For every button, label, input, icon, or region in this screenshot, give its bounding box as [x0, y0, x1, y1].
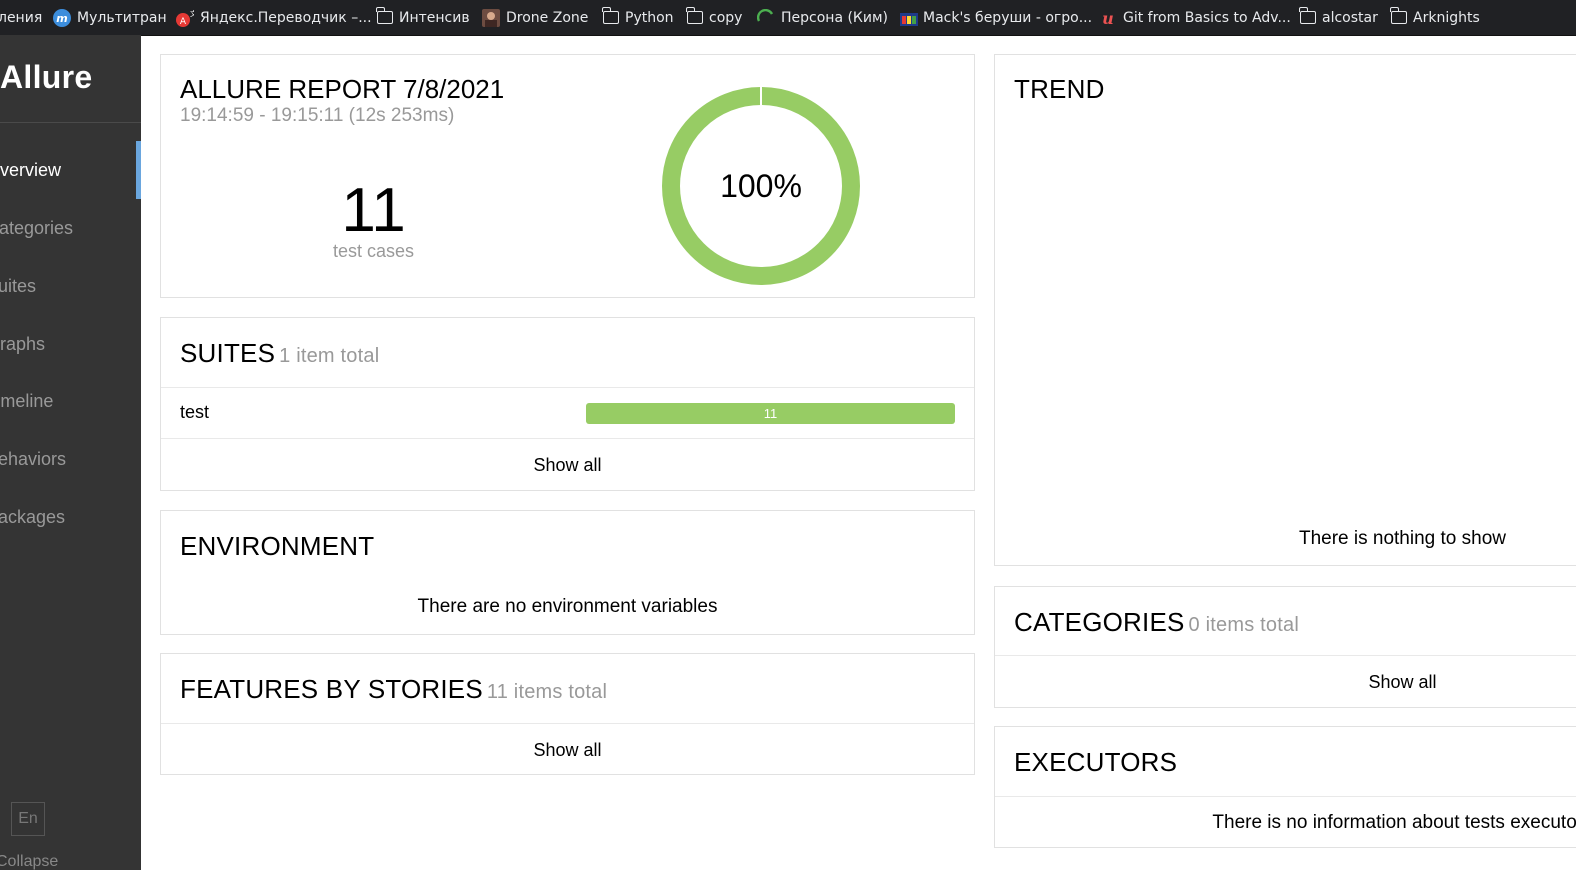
bookmark-label: Arknights — [1413, 9, 1480, 26]
yandex-translate-icon: A文 — [176, 9, 197, 27]
pass-rate-percent: 100% — [720, 167, 802, 204]
folder-icon — [602, 7, 619, 24]
features-title: FEATURES BY STORIES 11 items total — [180, 674, 607, 705]
features-count: 11 items total — [486, 681, 608, 703]
suite-status-bar[interactable]: 11 — [586, 403, 955, 424]
bookmark-label: Мультитран — [77, 9, 167, 26]
environment-widget: ENVIRONMENT There are no environment var… — [160, 510, 975, 635]
sidebar-item-categories[interactable]: Categories — [0, 199, 141, 257]
categories-title: CATEGORIES 0 items total — [1014, 607, 1299, 638]
language-switch-button[interactable]: En — [11, 802, 45, 836]
bookmark-0[interactable]: ления — [0, 0, 42, 35]
features-show-all-button[interactable]: Show all — [161, 740, 974, 761]
suites-title: SUITES 1 item total — [180, 338, 379, 369]
test-case-label: test cases — [332, 241, 415, 261]
folder-icon — [376, 7, 393, 24]
sidebar-item-behaviors[interactable]: Behaviors — [0, 430, 141, 488]
sidebar-item-label: Packages — [0, 506, 66, 527]
bookmark-persona[interactable]: Персона (Ким) — [756, 0, 888, 35]
summary-widget: ALLURE REPORT 7/8/2021 19:14:59 - 19:15:… — [160, 54, 975, 298]
collapse-button[interactable]: Collapse — [0, 853, 58, 870]
categories-show-all-button[interactable]: Show all — [995, 672, 1576, 693]
bookmark-label: alcostar — [1322, 9, 1378, 26]
sidebar-item-overview[interactable]: Overview — [0, 141, 141, 199]
suites-title-text: SUITES — [180, 338, 276, 368]
sidebar-item-graphs[interactable]: Graphs — [0, 315, 141, 373]
bookmark-label: Яндекс.Переводчик –... — [200, 9, 372, 26]
folder-icon — [686, 7, 703, 24]
environment-empty-message: There are no environment variables — [417, 596, 718, 617]
svg-text:u: u — [1102, 9, 1114, 27]
bookmark-label: copy — [709, 9, 743, 26]
divider — [0, 122, 141, 123]
bookmark-label: Drone Zone — [506, 9, 589, 26]
drone-zone-icon — [482, 8, 500, 27]
mack-icon — [899, 9, 918, 27]
sidebar-item-suites[interactable]: Suites — [0, 257, 141, 315]
sidebar-item-timeline[interactable]: Timeline — [0, 372, 141, 430]
trend-empty-message: There is nothing to show — [1298, 528, 1506, 549]
sidebar-item-label: Behaviors — [0, 448, 67, 469]
divider — [161, 438, 974, 439]
bookmark-mack[interactable]: Mack's беруши - огро... — [899, 0, 1092, 35]
sidebar-item-label: Categories — [0, 217, 74, 238]
bookmark-udemy[interactable]: u Git from Basics to Adv... — [1099, 0, 1291, 35]
divider — [995, 655, 1576, 656]
categories-widget: CATEGORIES 0 items total Show all — [994, 586, 1576, 708]
bookmark-label: Интенсив — [399, 9, 470, 26]
svg-text:文: 文 — [190, 9, 194, 18]
bookmark-label: ления — [0, 9, 43, 26]
bookmark-multitran[interactable]: m Мультитран — [53, 0, 167, 35]
sidebar-item-label: Timeline — [0, 390, 54, 411]
categories-count: 0 items total — [1188, 614, 1299, 636]
udemy-icon: u — [1099, 9, 1117, 28]
bookmark-folder-alcostar[interactable]: alcostar — [1299, 0, 1378, 35]
divider — [161, 387, 974, 388]
report-title: ALLURE REPORT 7/8/2021 — [180, 74, 505, 104]
report-time: 19:14:59 - 19:15:11 (12s 253ms) — [180, 105, 455, 126]
svg-text:m: m — [56, 12, 67, 25]
features-title-text: FEATURES BY STORIES — [180, 674, 483, 704]
bookmark-folder-copy[interactable]: copy — [686, 0, 743, 35]
brand-logo[interactable]: Allure — [0, 59, 93, 96]
bookmark-folder-intensiv[interactable]: Интенсив — [376, 0, 470, 35]
executors-widget: EXECUTORS There is no information about … — [994, 726, 1576, 848]
suite-name[interactable]: test — [180, 402, 209, 423]
sidebar-item-label: Overview — [0, 159, 62, 180]
test-case-count: 11 — [341, 176, 406, 245]
features-widget: FEATURES BY STORIES 11 items total Show a… — [160, 653, 975, 775]
trend-title: TREND — [1014, 74, 1105, 104]
sidebar-item-packages[interactable]: Packages — [0, 488, 141, 546]
divider — [995, 796, 1576, 797]
suites-widget: SUITES 1 item total test 11 Show all — [160, 317, 975, 491]
loading-icon — [756, 8, 775, 27]
folder-icon — [1390, 7, 1407, 24]
divider — [161, 723, 974, 724]
suites-show-all-button[interactable]: Show all — [161, 455, 974, 476]
executors-empty-message: There is no information about tests exec… — [1212, 812, 1576, 833]
bookmark-folder-python[interactable]: Python — [602, 0, 674, 35]
bookmark-drone-zone[interactable]: Drone Zone — [482, 0, 588, 35]
sidebar-item-label: Graphs — [0, 333, 46, 354]
sidebar-item-label: Suites — [0, 275, 37, 296]
bookmark-label: Mack's беруши - огро... — [923, 9, 1093, 26]
trend-widget: TREND There is nothing to show — [994, 54, 1576, 566]
svg-text:A: A — [180, 17, 187, 27]
bookmark-yandex-translate[interactable]: A文 Яндекс.Переводчик –... — [176, 0, 372, 35]
folder-icon — [1299, 7, 1316, 24]
multitran-icon: m — [53, 8, 71, 27]
bookmark-label: Python — [625, 9, 674, 26]
suites-count: 1 item total — [279, 345, 380, 367]
executors-title: EXECUTORS — [1014, 747, 1178, 777]
bookmark-folder-arknights[interactable]: Arknights — [1390, 0, 1480, 35]
categories-title-text: CATEGORIES — [1014, 607, 1185, 637]
bookmark-label: Персона (Ким) — [781, 9, 888, 26]
sidebar: Allure Overview Categories Suites Graphs… — [0, 35, 141, 870]
bookmark-label: Git from Basics to Adv... — [1123, 9, 1291, 26]
environment-title: ENVIRONMENT — [180, 531, 375, 561]
bookmarks-bar: ления m Мультитран A文 Яндекс.Переводчик … — [0, 0, 1576, 36]
